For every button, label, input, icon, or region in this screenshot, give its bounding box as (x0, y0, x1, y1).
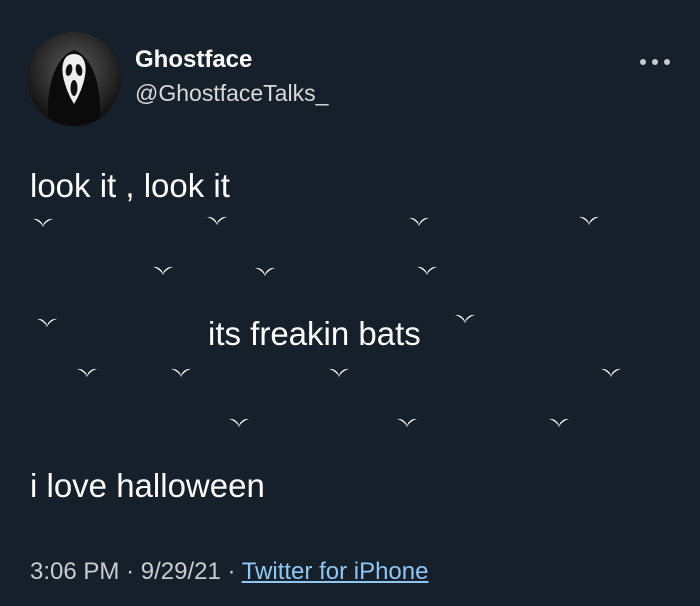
ghostface-mask-icon (27, 32, 121, 126)
bat-icon (408, 215, 430, 227)
more-dot (652, 59, 658, 65)
avatar[interactable] (27, 32, 121, 126)
more-options-icon[interactable] (636, 50, 674, 74)
tweet-source-link[interactable]: Twitter for iPhone (242, 558, 429, 585)
bat-icon (152, 264, 174, 276)
user-handle[interactable]: @GhostfaceTalks_ (135, 78, 328, 108)
tweet-time[interactable]: 3:06 PM (30, 558, 119, 585)
bat-icon (328, 366, 350, 378)
bat-icon (396, 416, 418, 428)
bat-icon (254, 265, 276, 277)
tweet-text-line: its freakin bats (208, 315, 421, 352)
tweet-text-line: look it , look it (30, 167, 230, 204)
tweet-date[interactable]: 9/29/21 (141, 558, 221, 585)
more-dot (664, 59, 670, 65)
bat-icon (32, 216, 54, 228)
more-dot (640, 59, 646, 65)
display-name[interactable]: Ghostface (135, 45, 252, 75)
meta-separator: · (126, 558, 135, 585)
tweet-meta: 3:06 PM · 9/29/21 · Twitter for iPhone (30, 556, 428, 588)
bat-icon (600, 366, 622, 378)
bat-icon (228, 416, 250, 428)
bat-icon (454, 312, 476, 324)
tweet-card: Ghostface @GhostfaceTalks_ look it , loo… (0, 0, 700, 606)
bat-icon (76, 366, 98, 378)
bat-icon (416, 264, 438, 276)
bat-icon (548, 416, 570, 428)
meta-separator: · (227, 558, 236, 585)
bat-icon (578, 214, 600, 226)
tweet-text-line: i love halloween (30, 467, 265, 504)
bat-icon (206, 214, 228, 226)
bat-icon (36, 316, 58, 328)
bat-icon (170, 366, 192, 378)
